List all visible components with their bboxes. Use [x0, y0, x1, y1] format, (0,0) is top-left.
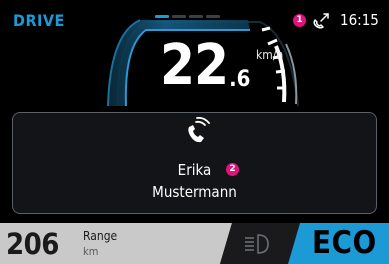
page-dot-1[interactable]	[155, 15, 169, 18]
speed-decimal: .6	[229, 67, 251, 92]
annotation-marker-1: 1	[293, 14, 306, 27]
page-dot-4[interactable]	[206, 15, 220, 18]
annotation-marker-2: 2	[226, 163, 239, 176]
drive-mode-label: DRIVE	[13, 11, 65, 30]
headlight-icon	[245, 234, 269, 254]
page-indicator[interactable]	[155, 15, 220, 18]
eco-mode-label[interactable]: ECO	[312, 225, 377, 261]
range-value: 206	[6, 227, 59, 261]
range-label: Range	[83, 229, 118, 243]
range-unit: km	[83, 245, 99, 258]
page-dot-3[interactable]	[189, 15, 203, 18]
caller-last-name: Mustermann	[152, 183, 237, 201]
speed-unit: km/h	[256, 48, 284, 62]
incoming-call-icon	[188, 117, 210, 143]
speed-integer: 22	[160, 33, 229, 98]
caller-first-name: Erika	[177, 161, 212, 179]
phone-icon	[313, 13, 329, 29]
clock: 16:15	[340, 11, 379, 29]
speed-readout: 22 .6	[160, 33, 251, 98]
cluster-screen: DRIVE 1 16:15 22 .6 km/h Erika 2 Musterm…	[0, 0, 389, 264]
page-dot-2[interactable]	[172, 15, 186, 18]
